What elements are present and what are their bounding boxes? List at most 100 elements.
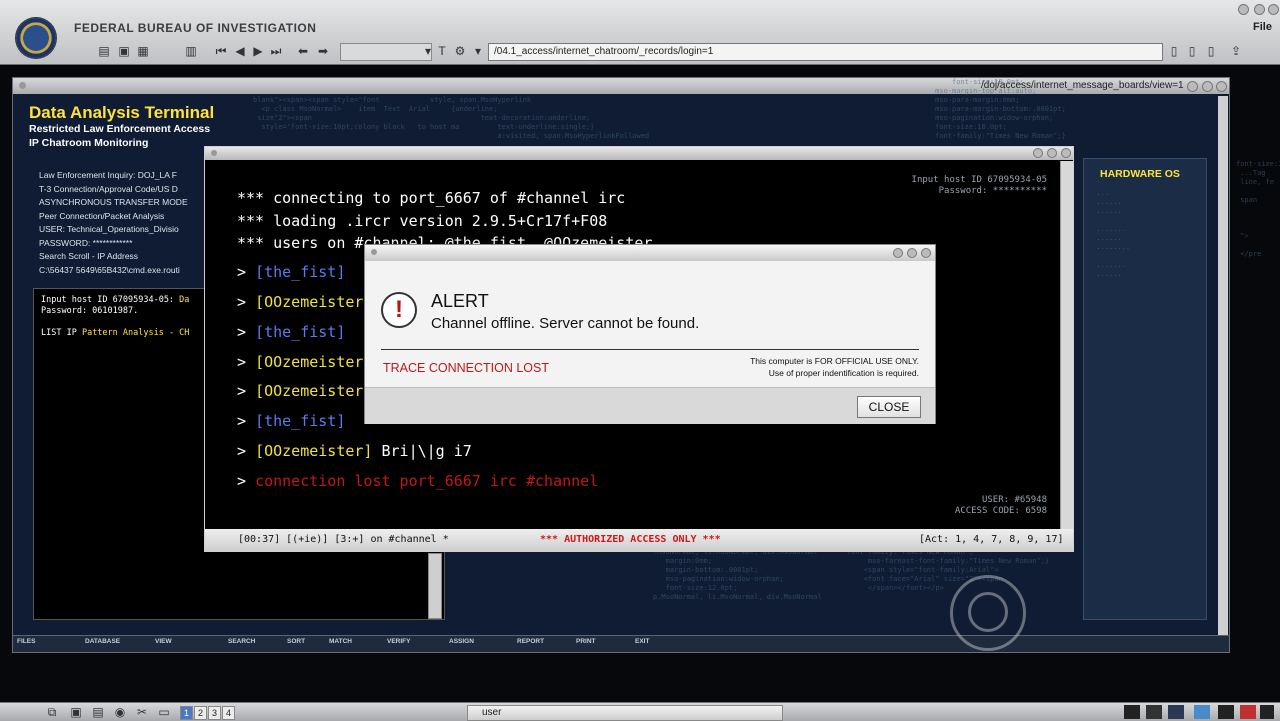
hardware-panel: ... ...... ...... ....... ...... .......… bbox=[1083, 158, 1207, 620]
minimize-icon[interactable] bbox=[1187, 81, 1198, 92]
match-button[interactable]: MATCH bbox=[329, 638, 352, 649]
irc-message: > connection lost port_6667 irc #channel bbox=[237, 472, 598, 490]
close-button[interactable]: CLOSE bbox=[857, 396, 921, 418]
info-line: T-3 Connection/Approval Code/US D bbox=[39, 183, 178, 194]
terminal-icon[interactable]: ▤ bbox=[90, 705, 106, 719]
scrollbar[interactable] bbox=[1218, 96, 1228, 636]
fbi-seal-logo bbox=[16, 18, 56, 58]
print-icon[interactable]: ▦ bbox=[135, 44, 151, 58]
workspace-4[interactable]: 4 bbox=[222, 706, 235, 720]
report-button[interactable]: REPORT bbox=[517, 638, 544, 649]
tray-icon[interactable] bbox=[1124, 705, 1140, 719]
nick: [OOzemeister] bbox=[255, 293, 373, 311]
search-button[interactable]: SEARCH bbox=[228, 638, 255, 649]
image-icon[interactable]: ▣ bbox=[68, 705, 84, 719]
last-page-icon[interactable]: ⏭ bbox=[268, 44, 284, 58]
windows-icon[interactable]: ⧉ bbox=[44, 705, 60, 719]
terminal-line: Input host ID 67095934-05: Da bbox=[41, 295, 189, 305]
tools-icon[interactable]: ✂ bbox=[134, 705, 150, 719]
prompt: > bbox=[237, 353, 247, 371]
first-page-icon[interactable]: ⏮ bbox=[213, 44, 229, 58]
url-field[interactable]: /04.1_access/internet_chatroom/_records/… bbox=[488, 43, 1163, 61]
irc-message: > [the_fist] bbox=[237, 412, 345, 430]
share-icon[interactable]: ⇪ bbox=[1228, 44, 1244, 58]
nick: [the_fist] bbox=[255, 263, 346, 281]
text-format-icon[interactable]: T bbox=[434, 44, 450, 58]
host-info: Input host ID 67095934-05 Password: ****… bbox=[905, 175, 1047, 197]
minimize-icon[interactable] bbox=[1033, 148, 1043, 158]
window-control-icon[interactable] bbox=[1254, 4, 1265, 15]
note-line: Use of proper indentification is require… bbox=[768, 368, 919, 378]
forward-arrow-icon[interactable]: ➡ bbox=[315, 44, 331, 58]
status-right: [Act: 1, 4, 7, 8, 9, 17] bbox=[919, 534, 1064, 545]
close-icon[interactable] bbox=[921, 248, 931, 258]
window-menu-icon[interactable] bbox=[371, 249, 377, 255]
user-id: USER: #65948 bbox=[981, 495, 1047, 505]
tray-icon[interactable] bbox=[1168, 705, 1184, 719]
prev-page-icon[interactable]: ◀ bbox=[232, 44, 248, 58]
document-icon[interactable]: ▯ bbox=[1184, 44, 1200, 58]
nav-dropdown[interactable] bbox=[340, 43, 432, 61]
system-taskbar: ⧉ ▣ ▤ ◉ ✂ ▭ 1 2 3 4 user bbox=[0, 702, 1280, 721]
scrollbar[interactable] bbox=[1060, 161, 1073, 529]
background-code: blank"><span><span style="font style, sp… bbox=[253, 96, 650, 140]
info-line: PASSWORD: ************ bbox=[39, 237, 133, 248]
minimize-icon[interactable] bbox=[893, 248, 903, 258]
prompt: > bbox=[237, 323, 247, 341]
terminal-line: LIST IP Pattern Analysis - CH bbox=[41, 328, 189, 338]
database-button[interactable]: DATABASE bbox=[85, 638, 120, 649]
nick: [the_fist] bbox=[255, 412, 346, 430]
irc-message: > [OOzemeister] Bri|\|g i7 bbox=[237, 442, 472, 460]
info-line: ASYNCHRONOUS TRANSFER MODE bbox=[39, 197, 188, 207]
folder-icon[interactable]: ▭ bbox=[156, 705, 172, 719]
grid-icon[interactable]: ▥ bbox=[183, 44, 199, 58]
info-line: C:\56437 5649\65B432\cmd.exe.routi bbox=[39, 264, 180, 275]
agency-title: FEDERAL BUREAU OF INVESTIGATION bbox=[74, 21, 317, 35]
document-icon[interactable]: ▯ bbox=[1166, 44, 1182, 58]
workspace-1[interactable]: 1 bbox=[180, 706, 193, 720]
sort-button[interactable]: SORT bbox=[287, 638, 305, 649]
verify-button[interactable]: VERIFY bbox=[387, 638, 410, 649]
tray-icon[interactable] bbox=[1218, 705, 1234, 719]
workspace-3[interactable]: 3 bbox=[208, 706, 221, 720]
dialog-title-bar bbox=[365, 245, 935, 261]
close-icon[interactable] bbox=[1061, 148, 1071, 158]
folder-icon[interactable]: ▤ bbox=[96, 44, 112, 58]
chevron-down-icon[interactable]: ▾ bbox=[470, 44, 486, 58]
tray-icon[interactable] bbox=[1240, 705, 1256, 719]
irc-message: > [the_fist] bbox=[237, 323, 345, 341]
next-page-icon[interactable]: ▶ bbox=[250, 44, 266, 58]
tray-icon[interactable] bbox=[1146, 705, 1162, 719]
maximize-icon[interactable] bbox=[1047, 148, 1057, 158]
view-button[interactable]: VIEW bbox=[155, 638, 172, 649]
window-menu-icon[interactable] bbox=[211, 150, 217, 156]
workspace-2[interactable]: 2 bbox=[194, 706, 207, 720]
globe-icon[interactable]: ◉ bbox=[112, 705, 128, 719]
terminal-value: Pattern Analysis - CH bbox=[81, 328, 190, 338]
print-button[interactable]: PRINT bbox=[576, 638, 596, 649]
nick: [the_fist] bbox=[255, 323, 346, 341]
maximize-icon[interactable] bbox=[1202, 81, 1213, 92]
window-control-icon[interactable] bbox=[1238, 4, 1249, 15]
save-icon[interactable]: ▣ bbox=[116, 44, 132, 58]
background-code: font-size:10.0pt; ...Tag line, fe span "… bbox=[1236, 160, 1280, 258]
dialog-footer: CLOSE bbox=[365, 387, 935, 424]
scrollbar[interactable] bbox=[428, 553, 442, 619]
user-task-button[interactable]: user bbox=[467, 705, 783, 721]
exit-button[interactable]: EXIT bbox=[635, 638, 649, 649]
back-arrow-icon[interactable]: ⬅ bbox=[295, 44, 311, 58]
prompt: > bbox=[237, 442, 247, 460]
files-button[interactable]: FILES bbox=[17, 638, 35, 649]
maximize-icon[interactable] bbox=[907, 248, 917, 258]
tray-icon[interactable] bbox=[1194, 705, 1210, 719]
gear-icon[interactable]: ⚙ bbox=[452, 44, 468, 58]
assign-button[interactable]: ASSIGN bbox=[449, 638, 474, 649]
irc-message: > [OOzemeister] bbox=[237, 353, 372, 371]
window-menu-icon[interactable] bbox=[19, 82, 26, 89]
file-menu[interactable]: File bbox=[1253, 21, 1272, 33]
status-left: [00:37] [(+ie)] [3:+] on #channel * bbox=[238, 534, 449, 545]
close-icon[interactable] bbox=[1216, 81, 1227, 92]
tray-icon[interactable] bbox=[1260, 705, 1274, 719]
document-icon[interactable]: ▯ bbox=[1203, 44, 1219, 58]
window-close-icon[interactable] bbox=[1268, 4, 1279, 15]
